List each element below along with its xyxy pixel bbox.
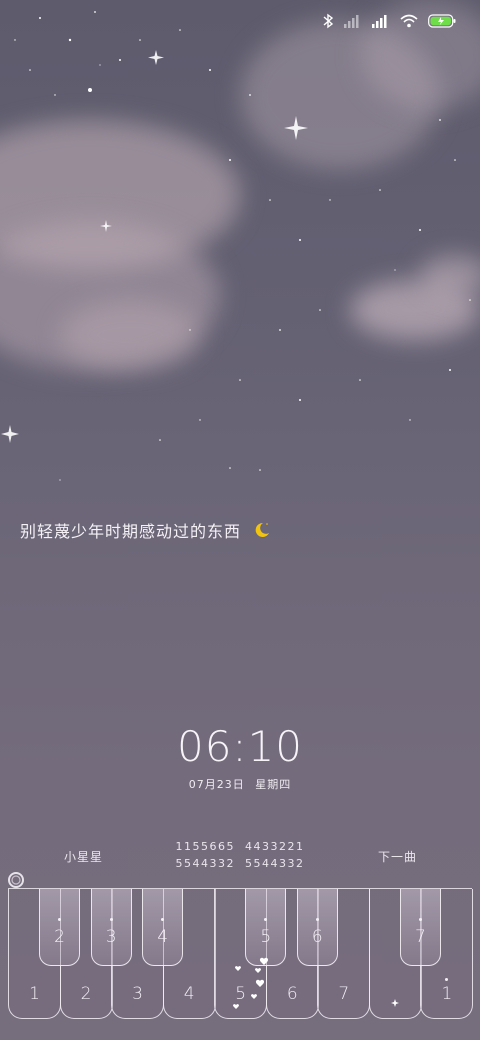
signal-full-icon	[372, 15, 387, 28]
key-dot	[315, 918, 319, 921]
quote-text: 别轻蔑少年时期感动过的东西	[20, 518, 271, 542]
key-label: 2	[54, 927, 65, 947]
signal-weak-icon	[344, 15, 359, 28]
key-label: 1	[441, 984, 453, 1004]
key-label: 3	[105, 927, 117, 947]
key-dot	[418, 918, 422, 921]
stars	[1, 11, 471, 481]
clock-date: 07月23日 星期四	[0, 776, 480, 792]
key-label: 2	[80, 984, 92, 1004]
next-song-button[interactable]: 下一曲	[378, 848, 417, 865]
ring-icon[interactable]	[7, 871, 25, 889]
piano-black-key[interactable]: 3	[90, 889, 132, 966]
date-label: 07月23日	[188, 778, 245, 791]
key-label: 4	[183, 984, 195, 1004]
score-line2-a: 5544332	[175, 857, 235, 870]
key-label: 5	[260, 927, 272, 947]
key-dot	[161, 918, 165, 921]
battery-charging-icon	[428, 14, 456, 28]
sparkle-icon	[391, 992, 400, 1007]
key-label: 1	[29, 984, 40, 1004]
bluetooth-icon	[323, 13, 334, 29]
score-line1-b: 4433221	[245, 840, 305, 853]
heart-decorations	[230, 955, 274, 1015]
key-label: 3	[132, 984, 143, 1004]
key-dot	[58, 918, 62, 921]
high-octave-dot	[445, 978, 449, 981]
key-label: 7	[415, 927, 426, 947]
key-label: 4	[157, 927, 169, 947]
piano-black-key[interactable]: 6	[296, 889, 338, 966]
key-label: 7	[338, 984, 350, 1004]
piano-black-key[interactable]: 4	[142, 889, 184, 966]
clock-time: 06:10	[176, 722, 304, 771]
quote-label: 别轻蔑少年时期感动过的东西	[20, 522, 242, 541]
score-line1-a: 1155665	[175, 840, 235, 853]
key-label: 6	[286, 984, 298, 1004]
key-label: 6	[311, 927, 323, 947]
key-dot	[264, 918, 268, 921]
weekday-label: 星期四	[255, 778, 292, 791]
piano-black-key[interactable]: 2	[39, 889, 81, 966]
piano-keyboard: 12345671234567	[8, 889, 474, 1020]
key-dot	[109, 918, 113, 921]
status-bar	[322, 8, 456, 34]
crescent-moon-icon	[255, 522, 270, 537]
score-line2-b: 5544332	[245, 857, 305, 870]
piano-black-key[interactable]: 7	[399, 889, 441, 966]
wifi-icon	[400, 14, 418, 28]
